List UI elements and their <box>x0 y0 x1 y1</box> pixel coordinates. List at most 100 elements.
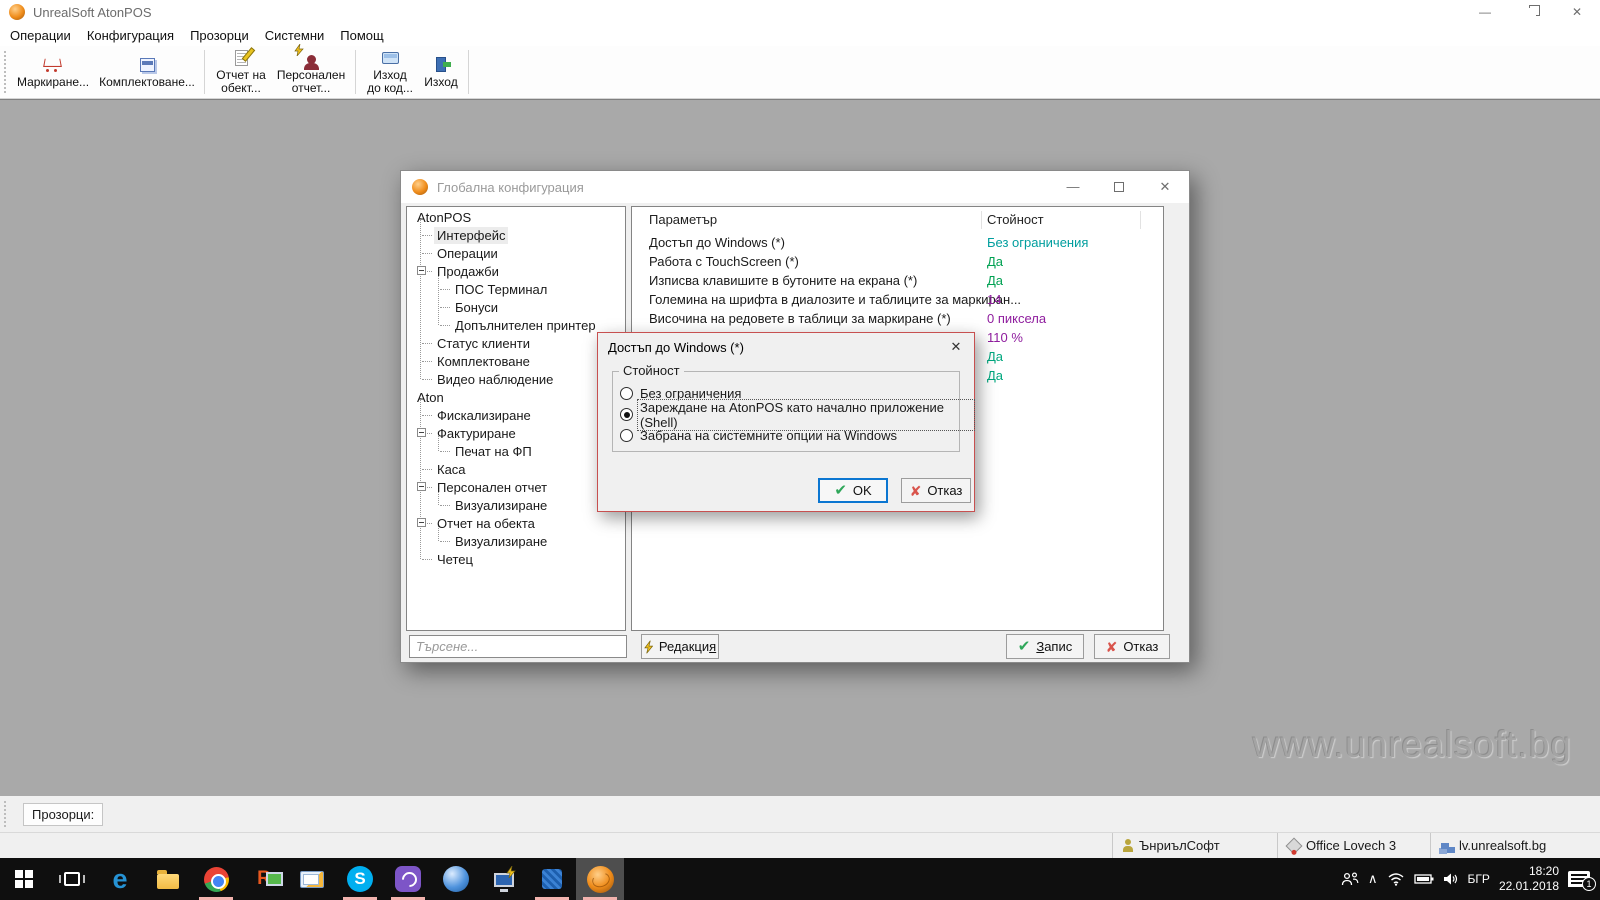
tree-item-aton[interactable]: Aton <box>408 388 624 406</box>
taskbar-mail[interactable] <box>288 858 336 900</box>
tree-item-fiscalization[interactable]: Фискализиране <box>408 406 624 424</box>
table-row[interactable]: Височина на редовете в таблици за маркир… <box>632 309 1163 328</box>
speaker-icon[interactable] <box>1443 872 1459 886</box>
tree-item-visualization[interactable]: Визуализиране <box>408 532 624 550</box>
tree-item-visualization[interactable]: Визуализиране <box>408 496 624 514</box>
dialog-close-button[interactable]: ✕ <box>1142 171 1188 202</box>
people-icon[interactable] <box>1341 872 1359 886</box>
menu-configuration[interactable]: Конфигурация <box>79 26 182 45</box>
tree-item-video-surveillance[interactable]: Видео наблюдение <box>408 370 624 388</box>
language-indicator[interactable]: БГР <box>1468 872 1490 886</box>
tree-item-bonuses[interactable]: Бонуси <box>408 298 624 316</box>
collapse-icon[interactable] <box>417 482 426 491</box>
windows-bar: Прозорци: <box>0 796 1600 832</box>
tree-item-atonpos[interactable]: AtonPOS <box>408 208 624 226</box>
tree-item-sales[interactable]: Продажби <box>408 262 624 280</box>
windows-bar-grip[interactable] <box>4 801 7 827</box>
toolbar-grip[interactable] <box>4 51 7 93</box>
restore-button[interactable] <box>1508 0 1554 24</box>
taskbar: e R S ∧ БГР 18:20 22.01.2018 1 <box>0 858 1600 900</box>
toolbar-exit-button[interactable]: Изход <box>419 48 463 96</box>
radio-icon[interactable] <box>620 429 633 442</box>
dialog-titlebar[interactable]: Глобална конфигурация — ✕ <box>401 171 1189 203</box>
statusbar-office-panel: Office Lovech 3 <box>1277 833 1430 858</box>
toolbar-site-report-button[interactable]: Отчет на обект... <box>210 48 272 96</box>
modal-cancel-button[interactable]: ✘ Отказ <box>901 478 971 503</box>
table-row[interactable]: Големина на шрифта в диалозите и таблици… <box>632 290 1163 309</box>
cross-icon: ✘ <box>910 484 922 498</box>
collapse-icon[interactable] <box>417 266 426 275</box>
tree-item-additional-printer[interactable]: Допълнителен принтер <box>408 316 624 334</box>
hidden-icons-chevron[interactable]: ∧ <box>1368 871 1378 887</box>
tree-item-reader[interactable]: Четец <box>408 550 624 568</box>
chrome-icon <box>204 867 229 892</box>
globe-orb-icon <box>443 866 469 892</box>
close-button[interactable]: ✕ <box>1554 0 1600 24</box>
taskbar-chrome[interactable] <box>192 858 240 900</box>
battery-icon[interactable] <box>1414 873 1434 885</box>
table-row[interactable]: Изписва клавишите в бутоните на екрана (… <box>632 271 1163 290</box>
radio-disable-system-options[interactable]: Забрана на системните опции на Windows <box>620 427 899 444</box>
menu-system[interactable]: Системни <box>257 26 333 45</box>
radio-selected-icon[interactable] <box>620 408 633 421</box>
action-center-icon[interactable]: 1 <box>1568 871 1590 887</box>
radio-shell-startup[interactable]: Зареждане на AtonPOS като начално прилож… <box>620 406 974 423</box>
taskbar-dialup[interactable] <box>480 858 528 900</box>
table-row[interactable]: Работа с TouchScreen (*) Да <box>632 252 1163 271</box>
dialog-minimize-button[interactable]: — <box>1050 171 1096 202</box>
taskbar-edge[interactable]: e <box>96 858 144 900</box>
dialog-maximize-button[interactable] <box>1096 171 1142 202</box>
modal-close-button[interactable]: ✕ <box>948 339 964 355</box>
collapse-icon[interactable] <box>417 518 426 527</box>
tree-item-assembly[interactable]: Комплектоване <box>408 352 624 370</box>
radio-icon[interactable] <box>620 387 633 400</box>
clock[interactable]: 18:20 22.01.2018 <box>1499 864 1559 894</box>
taskbar-remote-app[interactable]: R <box>240 858 288 900</box>
taskbar-atonpos-active[interactable] <box>576 858 624 900</box>
search-input[interactable] <box>409 635 627 658</box>
modal-titlebar[interactable]: Достъп до Windows (*) <box>598 333 974 361</box>
cancel-button[interactable]: ✘ Отказ <box>1094 634 1170 659</box>
taskbar-viber[interactable] <box>384 858 432 900</box>
ok-button[interactable]: ✔ OK <box>818 478 888 503</box>
task-view-button[interactable] <box>48 858 96 900</box>
toolbar-exit-to-code-button[interactable]: Изход до код... <box>361 48 419 96</box>
table-row[interactable]: Достъп до Windows (*) Без ограничения <box>632 233 1163 252</box>
minimize-button[interactable]: — <box>1462 0 1508 24</box>
tree-item-invoicing[interactable]: Фактуриране <box>408 424 624 442</box>
tree-item-client-status[interactable]: Статус клиенти <box>408 334 624 352</box>
menu-operations[interactable]: Операции <box>2 26 79 45</box>
tree-item-site-report[interactable]: Отчет на обекта <box>408 514 624 532</box>
dialog-controls: — ✕ <box>1050 171 1188 202</box>
tree-item-personal-report[interactable]: Персонален отчет <box>408 478 624 496</box>
toolbar-personal-report-button[interactable]: Персонален отчет... <box>272 48 350 96</box>
tree-item-cash[interactable]: Каса <box>408 460 624 478</box>
taskbar-cube-app[interactable] <box>528 858 576 900</box>
folder-icon <box>157 874 179 889</box>
toolbar-assemble-button[interactable]: Комплектоване... <box>95 48 199 96</box>
wifi-icon[interactable] <box>1387 872 1405 886</box>
tree-item-interface[interactable]: Интерфейс <box>408 226 624 244</box>
toolbar-mark-button[interactable]: Маркиране... <box>11 48 95 96</box>
column-parameter: Параметър <box>649 212 717 227</box>
edge-icon: e <box>112 866 127 893</box>
config-tree: AtonPOS Интерфейс Операции Продажби ПОС … <box>406 206 626 631</box>
tree-item-fp-print[interactable]: Печат на ФП <box>408 442 624 460</box>
menubar: Операции Конфигурация Прозорци Системни … <box>0 24 1600 46</box>
app-logo-icon <box>9 4 25 20</box>
taskbar-browser-orb[interactable] <box>432 858 480 900</box>
taskbar-explorer[interactable] <box>144 858 192 900</box>
tree-item-operations[interactable]: Операции <box>408 244 624 262</box>
dialog-title: Глобална конфигурация <box>437 180 584 195</box>
check-icon: ✔ <box>834 483 847 498</box>
groupbox-label: Стойност <box>619 363 684 378</box>
save-button[interactable]: ✔ Запис <box>1006 634 1084 659</box>
edit-button[interactable]: Редакция <box>641 634 719 659</box>
menu-help[interactable]: Помощ <box>332 26 391 45</box>
tree-item-pos-terminal[interactable]: ПОС Терминал <box>408 280 624 298</box>
taskbar-skype[interactable]: S <box>336 858 384 900</box>
collapse-icon[interactable] <box>417 428 426 437</box>
start-button[interactable] <box>0 858 48 900</box>
windows-logo-icon <box>15 870 33 888</box>
menu-windows[interactable]: Прозорци <box>182 26 257 45</box>
